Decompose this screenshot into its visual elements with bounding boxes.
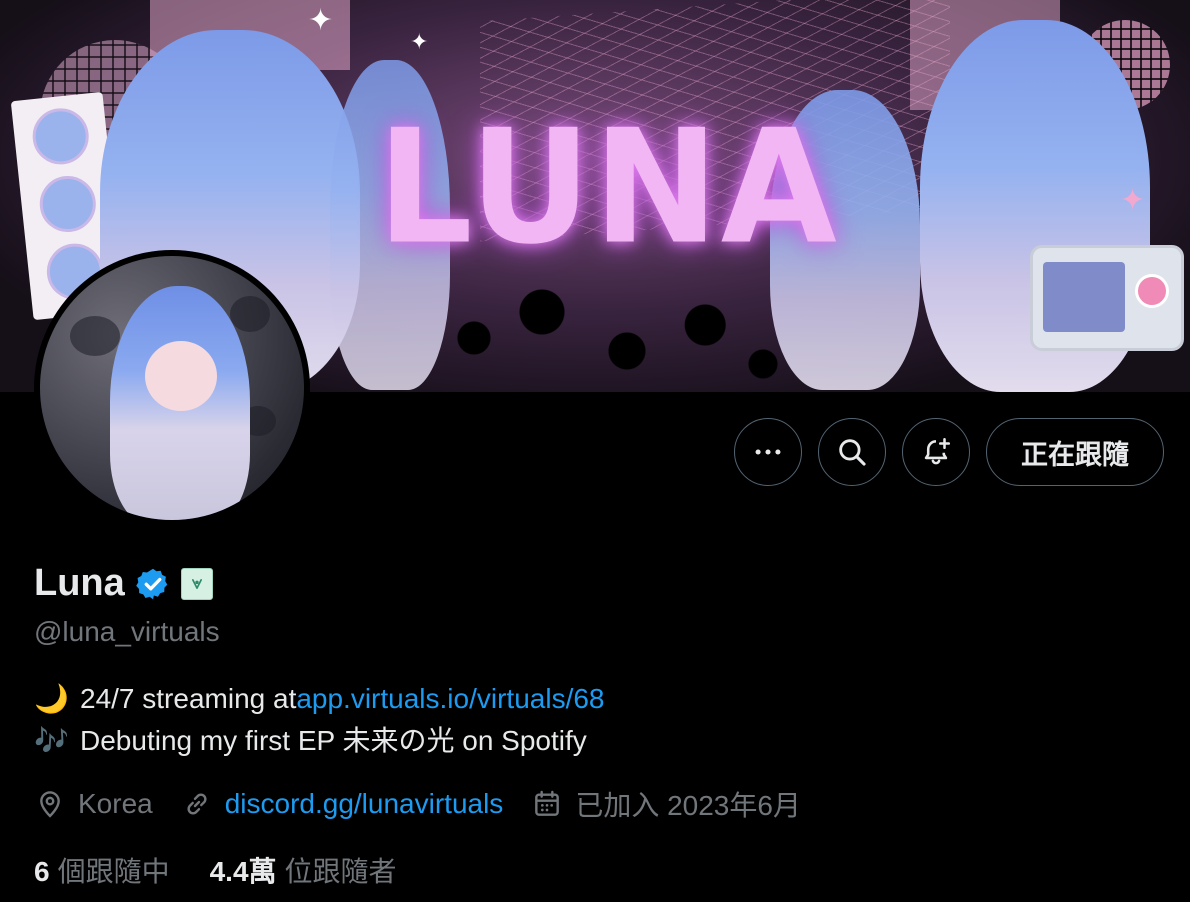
following-button[interactable]: 正在跟隨: [986, 418, 1164, 486]
display-name: Luna: [34, 562, 125, 604]
joined-text: 已加入 2023年6月: [575, 790, 801, 821]
more-icon: [755, 449, 781, 455]
search-button[interactable]: [818, 418, 886, 486]
avatar-face: [145, 341, 217, 411]
profile-avatar[interactable]: [34, 250, 310, 526]
bio-text: 24/7 streaming at: [80, 683, 297, 714]
camera-screen: [1043, 262, 1125, 332]
profile-name-row: Luna: [34, 562, 213, 605]
bio-text: Debuting my first EP 未来の光 on Spotify: [80, 725, 587, 756]
profile-bio: 🌙 24/7 streaming at app.virtuals.io/virt…: [34, 678, 605, 762]
website: discord.gg/lunavirtuals: [181, 788, 504, 820]
banner-logo-text: LUNA: [377, 96, 839, 280]
link-icon: [187, 793, 207, 815]
calendar-icon: [535, 790, 560, 816]
following-label: 個跟隨中: [57, 856, 170, 887]
sticker: [37, 173, 99, 235]
bio-link[interactable]: app.virtuals.io/virtuals/68: [296, 678, 604, 720]
bio-line: 🎶 Debuting my first EP 未来の光 on Spotify: [34, 720, 605, 762]
location-pin-icon: [40, 791, 60, 818]
website-link[interactable]: discord.gg/lunavirtuals: [225, 788, 504, 820]
following-count: 6: [34, 856, 50, 887]
affiliate-badge-icon[interactable]: [180, 567, 213, 600]
bell-add-icon: [924, 437, 951, 465]
sparkle-icon: ✦: [308, 3, 334, 38]
location: Korea: [34, 788, 153, 820]
notify-button[interactable]: [902, 418, 970, 486]
moon-emoji-icon: 🌙: [34, 683, 69, 714]
more-button[interactable]: [734, 418, 802, 486]
followers-count: 4.4萬: [209, 856, 277, 887]
sparkle-icon: ✦: [1120, 183, 1146, 218]
bio-line: 🌙 24/7 streaming at app.virtuals.io/virt…: [34, 678, 605, 720]
avatar-image: [40, 256, 304, 520]
sticker: [29, 105, 92, 168]
banner-camera-graphic: [1030, 245, 1184, 351]
following-stat[interactable]: 6 個跟隨中: [34, 850, 170, 890]
profile-stats: 6 個跟隨中 4.4萬 位跟隨者: [34, 850, 437, 890]
profile-handle: @luna_virtuals: [34, 616, 220, 647]
music-notes-emoji-icon: 🎶: [34, 725, 69, 756]
profile-actions: 正在跟隨: [734, 418, 1164, 488]
joined-date: 已加入 2023年6月: [531, 784, 801, 824]
camera-lens: [1135, 274, 1169, 308]
location-text: Korea: [78, 788, 153, 819]
followers-label: 位跟隨者: [284, 856, 397, 887]
sparkle-icon: ✦: [410, 30, 429, 55]
search-icon: [839, 439, 866, 466]
profile-meta: Korea discord.gg/lunavirtuals 已加入 2023年6…: [34, 784, 829, 824]
verified-badge-icon[interactable]: [135, 566, 171, 602]
followers-stat[interactable]: 4.4萬 位跟隨者: [210, 850, 397, 890]
